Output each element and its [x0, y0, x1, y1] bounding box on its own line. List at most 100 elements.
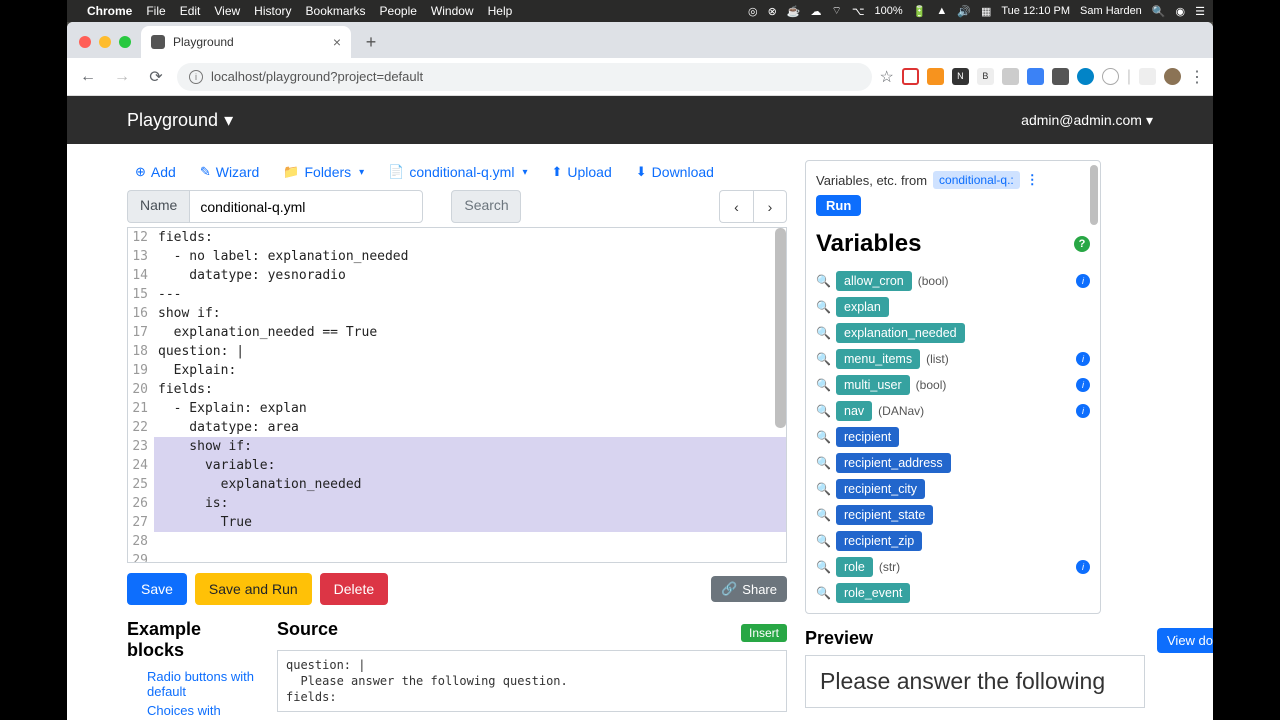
delete-button[interactable]: Delete	[320, 573, 388, 605]
ext-icon[interactable]	[1052, 68, 1069, 85]
wifi-icon[interactable]: ⌔	[831, 4, 841, 18]
next-button[interactable]: ›	[753, 190, 787, 223]
cloud-icon[interactable]: ☁	[810, 5, 821, 18]
variable-badge[interactable]: allow_cron	[836, 271, 912, 291]
save-run-button[interactable]: Save and Run	[195, 573, 312, 605]
menu-icon[interactable]: ☰	[1195, 5, 1205, 18]
site-info-icon[interactable]: i	[189, 70, 203, 84]
search-input[interactable]: Search	[451, 190, 521, 223]
variable-item[interactable]: 🔍menu_items(list)i	[816, 346, 1090, 372]
menu-bookmarks[interactable]: Bookmarks	[306, 4, 366, 18]
variable-badge[interactable]: nav	[836, 401, 872, 421]
variable-item[interactable]: 🔍recipient_state	[816, 502, 1090, 528]
view-documentation-button[interactable]: View documentation	[1157, 628, 1213, 653]
ext-icon[interactable]	[902, 68, 919, 85]
example-link[interactable]: Radio buttons with default	[127, 667, 257, 701]
window-close[interactable]	[79, 36, 91, 48]
scrollbar[interactable]	[775, 228, 786, 428]
variable-badge[interactable]: menu_items	[836, 349, 920, 369]
ext-icon[interactable]	[1077, 68, 1094, 85]
address-bar[interactable]: i localhost/playground?project=default	[177, 63, 872, 91]
variables-menu-icon[interactable]: ⋮	[1026, 172, 1039, 188]
window-minimize[interactable]	[99, 36, 111, 48]
ext-icon[interactable]	[1002, 68, 1019, 85]
add-link[interactable]: ⊕Add	[135, 164, 176, 180]
insert-button[interactable]: Insert	[741, 624, 787, 642]
variables-file-chip[interactable]: conditional-q.:	[933, 171, 1020, 189]
wizard-link[interactable]: ✎Wizard	[200, 164, 259, 180]
status-icon[interactable]: ▦	[981, 5, 991, 18]
ext-icon[interactable]: B	[977, 68, 994, 85]
folders-link[interactable]: 📁Folders	[283, 164, 364, 180]
siri-icon[interactable]: ◉	[1176, 5, 1186, 18]
ext-icon[interactable]	[1102, 68, 1119, 85]
volume-icon[interactable]: 🔊	[957, 5, 971, 18]
profile-avatar[interactable]	[1164, 68, 1181, 85]
variable-item[interactable]: 🔍recipient_zip	[816, 528, 1090, 554]
variable-item[interactable]: 🔍recipient	[816, 424, 1090, 450]
window-maximize[interactable]	[119, 36, 131, 48]
close-tab-icon[interactable]: ×	[333, 34, 341, 50]
status-icon[interactable]: ▲	[936, 5, 947, 17]
reload-button[interactable]: ⟳	[143, 64, 169, 90]
info-icon[interactable]: i	[1076, 560, 1090, 574]
variable-badge[interactable]: recipient_zip	[836, 531, 922, 551]
star-icon[interactable]: ☆	[880, 67, 894, 87]
variable-item[interactable]: 🔍explan	[816, 294, 1090, 320]
variable-item[interactable]: 🔍allow_cron(bool)i	[816, 268, 1090, 294]
status-icon[interactable]: ☕	[787, 5, 801, 18]
chrome-menu-icon[interactable]: ⋮	[1189, 67, 1205, 87]
menu-view[interactable]: View	[214, 4, 240, 18]
status-icon[interactable]: ◎	[748, 5, 758, 18]
share-button[interactable]: 🔗Share	[711, 576, 787, 602]
forward-button[interactable]: →	[109, 64, 135, 90]
menu-edit[interactable]: Edit	[180, 4, 201, 18]
variable-item[interactable]: 🔍role(str)i	[816, 554, 1090, 580]
new-tab-button[interactable]: +	[357, 28, 385, 56]
prev-button[interactable]: ‹	[719, 190, 753, 223]
variable-item[interactable]: 🔍explanation_needed	[816, 320, 1090, 346]
ext-icon[interactable]: N	[952, 68, 969, 85]
variable-badge[interactable]: recipient_address	[836, 453, 951, 473]
variable-item[interactable]: 🔍recipient_address	[816, 450, 1090, 476]
back-button[interactable]: ←	[75, 64, 101, 90]
ext-icon[interactable]	[927, 68, 944, 85]
variable-item[interactable]: 🔍role_event	[816, 580, 1090, 606]
variable-badge[interactable]: recipient	[836, 427, 899, 447]
variable-item[interactable]: 🔍nav(DANav)i	[816, 398, 1090, 424]
variable-badge[interactable]: role	[836, 557, 873, 577]
help-icon[interactable]: ?	[1074, 236, 1090, 252]
info-icon[interactable]: i	[1076, 404, 1090, 418]
info-icon[interactable]: i	[1076, 274, 1090, 288]
variable-badge[interactable]: role_event	[836, 583, 910, 603]
menu-people[interactable]: People	[380, 4, 417, 18]
scrollbar[interactable]	[1090, 165, 1098, 225]
file-link[interactable]: 📄conditional-q.yml	[388, 164, 527, 180]
variable-badge[interactable]: explanation_needed	[836, 323, 965, 343]
info-icon[interactable]: i	[1076, 352, 1090, 366]
menubar-app[interactable]: Chrome	[87, 4, 132, 18]
download-link[interactable]: ⬇Download	[636, 164, 714, 180]
browser-tab[interactable]: Playground ×	[141, 26, 351, 58]
clock[interactable]: Tue 12:10 PM	[1001, 5, 1070, 17]
menu-window[interactable]: Window	[431, 4, 474, 18]
info-icon[interactable]: i	[1076, 378, 1090, 392]
variable-badge[interactable]: recipient_state	[836, 505, 933, 525]
upload-link[interactable]: ⬆Upload	[551, 164, 611, 180]
save-button[interactable]: Save	[127, 573, 187, 605]
spotlight-icon[interactable]: 🔍	[1152, 5, 1166, 18]
ext-icon[interactable]	[1027, 68, 1044, 85]
menu-file[interactable]: File	[146, 4, 165, 18]
bluetooth-icon[interactable]: ⌥	[852, 5, 865, 18]
user-name[interactable]: Sam Harden	[1080, 5, 1142, 17]
menu-help[interactable]: Help	[488, 4, 513, 18]
status-icon[interactable]: ⊗	[768, 5, 777, 18]
run-button[interactable]: Run	[816, 195, 861, 216]
code-editor[interactable]: 12fields:13 - no label: explanation_need…	[127, 227, 787, 563]
variable-item[interactable]: 🔍recipient_city	[816, 476, 1090, 502]
variable-badge[interactable]: multi_user	[836, 375, 910, 395]
variable-item[interactable]: 🔍multi_user(bool)i	[816, 372, 1090, 398]
variable-badge[interactable]: recipient_city	[836, 479, 925, 499]
variable-badge[interactable]: explan	[836, 297, 889, 317]
menu-history[interactable]: History	[254, 4, 291, 18]
